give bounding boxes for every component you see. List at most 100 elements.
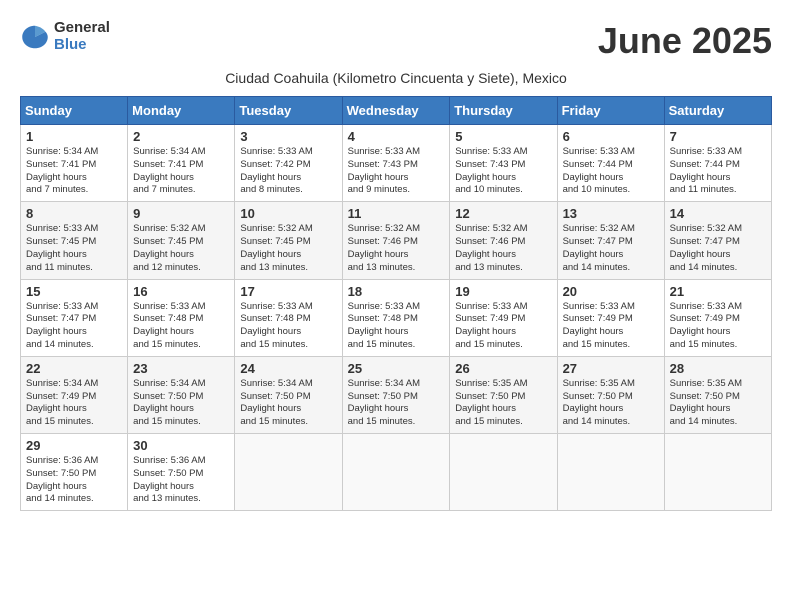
calendar-header-tuesday: Tuesday — [235, 97, 342, 125]
day-info: Sunrise: 5:34 AM Sunset: 7:50 PM Dayligh… — [348, 378, 445, 429]
logo: General Blue — [20, 20, 110, 53]
calendar-cell: 13 Sunrise: 5:32 AM Sunset: 7:47 PM Dayl… — [557, 202, 664, 279]
day-info: Sunrise: 5:34 AM Sunset: 7:41 PM Dayligh… — [26, 146, 122, 197]
logo-blue-text: Blue — [54, 37, 110, 54]
day-number: 7 — [670, 129, 766, 144]
day-number: 10 — [240, 206, 336, 221]
day-number: 21 — [670, 284, 766, 299]
day-info: Sunrise: 5:33 AM Sunset: 7:44 PM Dayligh… — [563, 146, 659, 197]
calendar-header-thursday: Thursday — [450, 97, 557, 125]
day-info: Sunrise: 5:33 AM Sunset: 7:44 PM Dayligh… — [670, 146, 766, 197]
calendar-cell: 29 Sunrise: 5:36 AM Sunset: 7:50 PM Dayl… — [21, 434, 128, 511]
calendar-cell: 30 Sunrise: 5:36 AM Sunset: 7:50 PM Dayl… — [128, 434, 235, 511]
calendar-cell: 27 Sunrise: 5:35 AM Sunset: 7:50 PM Dayl… — [557, 356, 664, 433]
calendar-cell: 8 Sunrise: 5:33 AM Sunset: 7:45 PM Dayli… — [21, 202, 128, 279]
day-info: Sunrise: 5:33 AM Sunset: 7:48 PM Dayligh… — [348, 301, 445, 352]
calendar-week-row: 29 Sunrise: 5:36 AM Sunset: 7:50 PM Dayl… — [21, 434, 772, 511]
day-info: Sunrise: 5:33 AM Sunset: 7:43 PM Dayligh… — [455, 146, 551, 197]
calendar-cell: 2 Sunrise: 5:34 AM Sunset: 7:41 PM Dayli… — [128, 125, 235, 202]
calendar-header-friday: Friday — [557, 97, 664, 125]
calendar-cell: 22 Sunrise: 5:34 AM Sunset: 7:49 PM Dayl… — [21, 356, 128, 433]
calendar-header-sunday: Sunday — [21, 97, 128, 125]
day-number: 6 — [563, 129, 659, 144]
day-number: 29 — [26, 438, 122, 453]
calendar-cell: 16 Sunrise: 5:33 AM Sunset: 7:48 PM Dayl… — [128, 279, 235, 356]
day-number: 26 — [455, 361, 551, 376]
day-info: Sunrise: 5:33 AM Sunset: 7:49 PM Dayligh… — [670, 301, 766, 352]
day-info: Sunrise: 5:33 AM Sunset: 7:48 PM Dayligh… — [240, 301, 336, 352]
calendar-week-row: 8 Sunrise: 5:33 AM Sunset: 7:45 PM Dayli… — [21, 202, 772, 279]
day-number: 18 — [348, 284, 445, 299]
day-number: 2 — [133, 129, 229, 144]
day-number: 23 — [133, 361, 229, 376]
logo-text: General Blue — [54, 20, 110, 53]
day-number: 16 — [133, 284, 229, 299]
day-number: 4 — [348, 129, 445, 144]
calendar-cell: 9 Sunrise: 5:32 AM Sunset: 7:45 PM Dayli… — [128, 202, 235, 279]
calendar-cell: 17 Sunrise: 5:33 AM Sunset: 7:48 PM Dayl… — [235, 279, 342, 356]
calendar-cell — [664, 434, 771, 511]
calendar-week-row: 1 Sunrise: 5:34 AM Sunset: 7:41 PM Dayli… — [21, 125, 772, 202]
header: General Blue June 2025 — [20, 20, 772, 62]
day-number: 5 — [455, 129, 551, 144]
calendar-cell: 20 Sunrise: 5:33 AM Sunset: 7:49 PM Dayl… — [557, 279, 664, 356]
day-number: 9 — [133, 206, 229, 221]
calendar-cell — [342, 434, 450, 511]
calendar: SundayMondayTuesdayWednesdayThursdayFrid… — [20, 96, 772, 511]
day-number: 20 — [563, 284, 659, 299]
calendar-week-row: 22 Sunrise: 5:34 AM Sunset: 7:49 PM Dayl… — [21, 356, 772, 433]
day-number: 3 — [240, 129, 336, 144]
day-number: 14 — [670, 206, 766, 221]
calendar-header-wednesday: Wednesday — [342, 97, 450, 125]
day-info: Sunrise: 5:32 AM Sunset: 7:47 PM Dayligh… — [670, 223, 766, 274]
calendar-header-row: SundayMondayTuesdayWednesdayThursdayFrid… — [21, 97, 772, 125]
day-number: 19 — [455, 284, 551, 299]
day-info: Sunrise: 5:33 AM Sunset: 7:49 PM Dayligh… — [455, 301, 551, 352]
calendar-cell: 15 Sunrise: 5:33 AM Sunset: 7:47 PM Dayl… — [21, 279, 128, 356]
day-number: 8 — [26, 206, 122, 221]
calendar-cell — [557, 434, 664, 511]
calendar-cell: 18 Sunrise: 5:33 AM Sunset: 7:48 PM Dayl… — [342, 279, 450, 356]
day-info: Sunrise: 5:32 AM Sunset: 7:47 PM Dayligh… — [563, 223, 659, 274]
day-info: Sunrise: 5:33 AM Sunset: 7:42 PM Dayligh… — [240, 146, 336, 197]
title-section: June 2025 — [598, 20, 772, 62]
day-number: 17 — [240, 284, 336, 299]
day-number: 15 — [26, 284, 122, 299]
calendar-week-row: 15 Sunrise: 5:33 AM Sunset: 7:47 PM Dayl… — [21, 279, 772, 356]
calendar-cell: 23 Sunrise: 5:34 AM Sunset: 7:50 PM Dayl… — [128, 356, 235, 433]
location-title: Ciudad Coahuila (Kilometro Cincuenta y S… — [20, 70, 772, 86]
calendar-cell: 19 Sunrise: 5:33 AM Sunset: 7:49 PM Dayl… — [450, 279, 557, 356]
day-number: 13 — [563, 206, 659, 221]
day-number: 30 — [133, 438, 229, 453]
day-number: 11 — [348, 206, 445, 221]
day-info: Sunrise: 5:33 AM Sunset: 7:45 PM Dayligh… — [26, 223, 122, 274]
day-info: Sunrise: 5:32 AM Sunset: 7:45 PM Dayligh… — [133, 223, 229, 274]
calendar-cell: 6 Sunrise: 5:33 AM Sunset: 7:44 PM Dayli… — [557, 125, 664, 202]
calendar-cell: 14 Sunrise: 5:32 AM Sunset: 7:47 PM Dayl… — [664, 202, 771, 279]
day-info: Sunrise: 5:35 AM Sunset: 7:50 PM Dayligh… — [670, 378, 766, 429]
day-info: Sunrise: 5:35 AM Sunset: 7:50 PM Dayligh… — [563, 378, 659, 429]
calendar-cell: 7 Sunrise: 5:33 AM Sunset: 7:44 PM Dayli… — [664, 125, 771, 202]
calendar-cell: 4 Sunrise: 5:33 AM Sunset: 7:43 PM Dayli… — [342, 125, 450, 202]
logo-icon — [20, 22, 50, 52]
day-info: Sunrise: 5:32 AM Sunset: 7:46 PM Dayligh… — [455, 223, 551, 274]
day-number: 28 — [670, 361, 766, 376]
day-info: Sunrise: 5:36 AM Sunset: 7:50 PM Dayligh… — [26, 455, 122, 506]
day-info: Sunrise: 5:33 AM Sunset: 7:43 PM Dayligh… — [348, 146, 445, 197]
calendar-cell: 24 Sunrise: 5:34 AM Sunset: 7:50 PM Dayl… — [235, 356, 342, 433]
calendar-cell: 1 Sunrise: 5:34 AM Sunset: 7:41 PM Dayli… — [21, 125, 128, 202]
calendar-cell — [235, 434, 342, 511]
day-info: Sunrise: 5:35 AM Sunset: 7:50 PM Dayligh… — [455, 378, 551, 429]
day-info: Sunrise: 5:32 AM Sunset: 7:46 PM Dayligh… — [348, 223, 445, 274]
day-info: Sunrise: 5:34 AM Sunset: 7:50 PM Dayligh… — [240, 378, 336, 429]
day-number: 25 — [348, 361, 445, 376]
day-number: 1 — [26, 129, 122, 144]
month-title: June 2025 — [598, 20, 772, 62]
day-info: Sunrise: 5:34 AM Sunset: 7:50 PM Dayligh… — [133, 378, 229, 429]
day-info: Sunrise: 5:33 AM Sunset: 7:48 PM Dayligh… — [133, 301, 229, 352]
day-info: Sunrise: 5:33 AM Sunset: 7:49 PM Dayligh… — [563, 301, 659, 352]
calendar-cell: 12 Sunrise: 5:32 AM Sunset: 7:46 PM Dayl… — [450, 202, 557, 279]
calendar-cell: 5 Sunrise: 5:33 AM Sunset: 7:43 PM Dayli… — [450, 125, 557, 202]
calendar-cell — [450, 434, 557, 511]
calendar-header-monday: Monday — [128, 97, 235, 125]
